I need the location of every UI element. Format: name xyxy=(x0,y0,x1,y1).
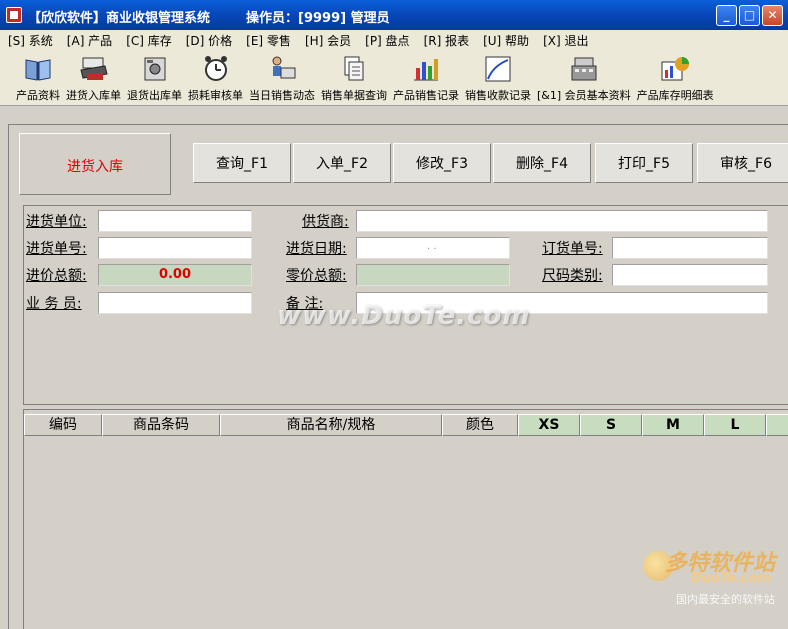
retail-total-field xyxy=(356,264,510,286)
new-entry-button[interactable]: 入单_F2 xyxy=(293,143,391,183)
menu-retail[interactable]: [E] 零售 xyxy=(246,32,291,49)
tool-label: 当日销售动态 xyxy=(249,89,315,102)
operator-info: 操作员：[9999] 管理员 xyxy=(246,11,390,26)
action-bar: 查询_F1 入单_F2 修改_F3 删除_F4 打印_F5 审核_F6 xyxy=(193,143,788,185)
menu-member[interactable]: [H] 会员 xyxy=(305,32,351,49)
maximize-button[interactable]: □ xyxy=(739,5,760,26)
col-size-m[interactable]: M xyxy=(642,414,704,436)
menu-system[interactable]: [S] 系统 xyxy=(8,32,53,49)
truck-inbound-icon xyxy=(79,57,108,80)
tool-label: 损耗审核单 xyxy=(188,89,243,102)
delete-button[interactable]: 删除_F4 xyxy=(493,143,591,183)
order-no-input[interactable] xyxy=(98,237,252,259)
order-no-label: 进货单号: xyxy=(26,241,87,257)
col-barcode[interactable]: 商品条码 xyxy=(102,414,220,436)
total-cost-value: 0.00 xyxy=(158,267,192,282)
size-type-label: 尺码类别: xyxy=(542,268,603,284)
purchase-order-input[interactable] xyxy=(612,237,768,259)
menu-exit[interactable]: [X] 退出 xyxy=(543,32,588,49)
logo-line3: 国内最安全的软件站 xyxy=(676,593,775,606)
tool-daily-sales[interactable]: 当日销售动态 xyxy=(249,50,315,103)
edit-button[interactable]: 修改_F3 xyxy=(393,143,491,183)
review-button[interactable]: 审核_F6 xyxy=(697,143,788,183)
total-cost-label: 进价总额: xyxy=(26,268,87,284)
tool-label: 销售收款记录 xyxy=(465,89,531,102)
tool-label: 销售单据查询 xyxy=(321,89,387,102)
bar-chart-icon xyxy=(414,59,438,81)
tool-return-order[interactable]: 退货出库单 xyxy=(127,50,182,103)
grid-header: 编码 商品条码 商品名称/规格 颜色 XS S M L xyxy=(24,414,788,436)
pie-chart-icon xyxy=(661,57,690,81)
watermark-text: www.DuoTe.com xyxy=(277,301,531,331)
tool-label: 进货入库单 xyxy=(66,89,121,102)
tool-loss-review[interactable]: 损耗审核单 xyxy=(188,50,243,103)
supplier-input[interactable] xyxy=(356,210,768,232)
safe-icon xyxy=(144,57,165,81)
tool-inbound-order[interactable]: 进货入库单 xyxy=(66,50,121,103)
toolbar: 产品资料 进货入库单 退货出库单 损耗审核单 当日销售动态 销售单据查询 产品销… xyxy=(0,50,788,106)
cash-register-icon xyxy=(571,57,597,81)
tool-product-sales-record[interactable]: 产品销售记录 xyxy=(393,50,459,103)
window-title: 【欣欣软件】商业收银管理系统 xyxy=(28,11,211,26)
tool-sales-receipt-record[interactable]: 销售收款记录 xyxy=(465,50,531,103)
total-cost-field: 0.00 xyxy=(98,264,252,286)
col-size-more[interactable] xyxy=(766,414,788,436)
date-label: 进货日期: xyxy=(286,241,347,257)
size-type-input[interactable] xyxy=(612,264,768,286)
date-input[interactable]: . . xyxy=(356,237,510,259)
retail-total-label: 零价总额: xyxy=(286,268,347,284)
date-placeholder: . . xyxy=(427,241,437,252)
tool-label: 产品销售记录 xyxy=(393,89,459,102)
salesperson-input[interactable] xyxy=(98,292,252,314)
print-button[interactable]: 打印_F5 xyxy=(595,143,693,183)
logo-line2: DuoTe.com xyxy=(690,571,771,586)
minimize-button[interactable]: _ xyxy=(716,5,737,26)
purchase-order-label: 订货单号: xyxy=(542,241,603,257)
col-size-xs[interactable]: XS xyxy=(518,414,580,436)
col-size-l[interactable]: L xyxy=(704,414,766,436)
items-grid: 编码 商品条码 商品名称/规格 颜色 XS S M L 多特软件站 DuoTe.… xyxy=(23,409,788,629)
tool-label: 产品资料 xyxy=(16,89,60,102)
app-icon[interactable] xyxy=(6,7,22,23)
tool-inventory-detail[interactable]: 产品库存明细表 xyxy=(637,50,714,103)
tool-product-info[interactable]: 产品资料 xyxy=(16,50,60,103)
close-button[interactable]: ✕ xyxy=(762,5,783,26)
page-title: 进货入库 xyxy=(67,159,123,175)
site-logo-watermark: 多特软件站 DuoTe.com 国内最安全的软件站 xyxy=(641,543,781,613)
person-computer-icon xyxy=(272,56,296,79)
inbound-unit-label: 进货单位: xyxy=(26,214,87,230)
title-bar: 【欣欣软件】商业收银管理系统 操作员：[9999] 管理员 _ □ ✕ xyxy=(0,0,788,30)
menu-stocktake[interactable]: [P] 盘点 xyxy=(365,32,409,49)
tool-label: 退货出库单 xyxy=(127,89,182,102)
book-icon xyxy=(25,59,51,81)
tool-label: [&1] 会员基本资料 xyxy=(537,89,631,102)
alarm-clock-icon xyxy=(204,56,227,81)
menu-inventory[interactable]: [C] 库存 xyxy=(126,32,172,49)
menu-help[interactable]: [U] 帮助 xyxy=(483,32,529,49)
col-color[interactable]: 颜色 xyxy=(442,414,518,436)
tool-label: 产品库存明细表 xyxy=(636,89,714,102)
menu-price[interactable]: [D] 价格 xyxy=(186,32,232,49)
inbound-unit-input[interactable] xyxy=(98,210,252,232)
menu-reports[interactable]: [R] 报表 xyxy=(424,32,470,49)
menu-product[interactable]: [A] 产品 xyxy=(67,32,112,49)
tool-sales-query[interactable]: 销售单据查询 xyxy=(321,50,387,103)
tool-member-info[interactable]: [&1] 会员基本资料 xyxy=(537,50,631,103)
salesperson-label: 业 务 员: xyxy=(26,296,82,312)
supplier-label: 供货商: xyxy=(302,214,349,230)
col-code[interactable]: 编码 xyxy=(24,414,102,436)
documents-icon xyxy=(344,56,364,81)
col-name-spec[interactable]: 商品名称/规格 xyxy=(220,414,442,436)
main-panel: 进货入库 查询_F1 入单_F2 修改_F3 删除_F4 打印_F5 审核_F6… xyxy=(8,124,788,629)
menu-bar: [S] 系统 [A] 产品 [C] 库存 [D] 价格 [E] 零售 [H] 会… xyxy=(0,30,788,50)
line-chart-icon xyxy=(485,56,511,82)
col-size-s[interactable]: S xyxy=(580,414,642,436)
page-title-box: 进货入库 xyxy=(19,133,171,195)
query-button[interactable]: 查询_F1 xyxy=(193,143,291,183)
